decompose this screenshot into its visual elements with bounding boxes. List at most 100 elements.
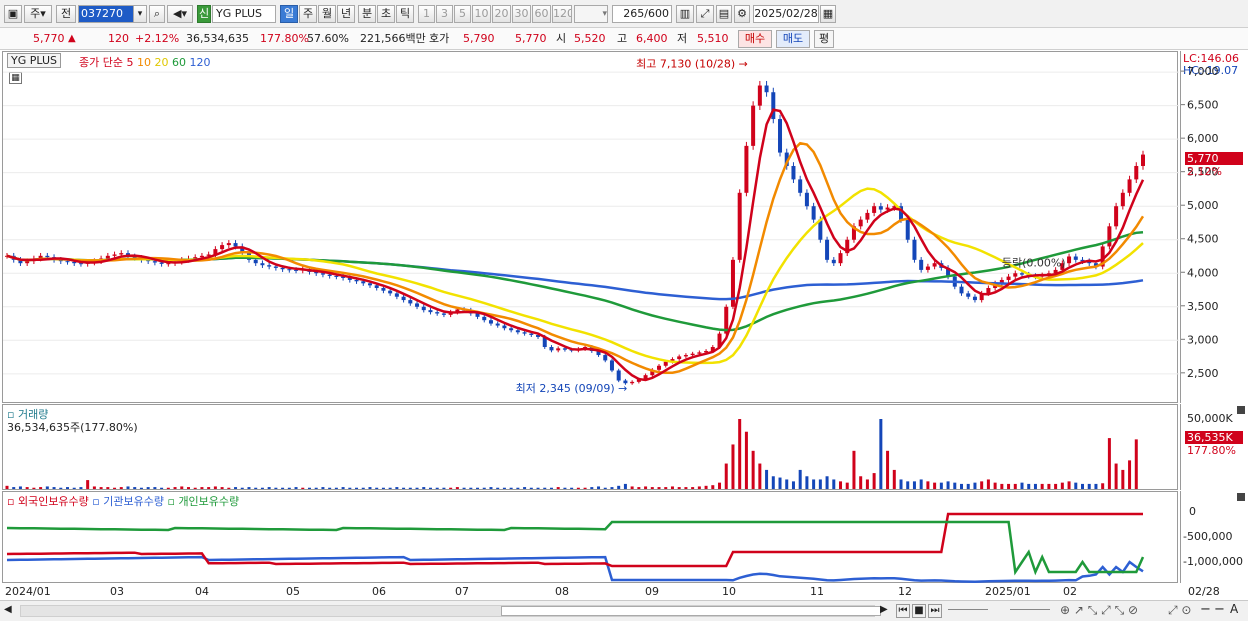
volume-bar (516, 487, 520, 489)
volume-bar (966, 483, 970, 489)
candle-icon[interactable]: ▥ (676, 5, 694, 23)
prev-button[interactable]: 전 (56, 5, 76, 23)
volume-bar (711, 485, 715, 489)
price-chart-pane[interactable]: YG PLUS 종가 단순 5 10 20 60 120 ▦ 최고 7,130 … (2, 51, 1179, 403)
period-month[interactable]: 월 (318, 5, 336, 23)
volume-bar (993, 482, 997, 489)
stock-code-input[interactable]: 037270 (78, 5, 138, 23)
zoom-track-left[interactable] (948, 609, 988, 610)
count-field[interactable]: 265/600 (612, 5, 672, 23)
volume-current-pct: 177.80% (1187, 444, 1236, 457)
period-day[interactable]: 일 (280, 5, 298, 23)
scroll-right-icon[interactable]: ▶ (880, 604, 892, 618)
candle-body (878, 206, 883, 210)
draw-icon[interactable]: ⤢ (696, 5, 714, 23)
calendar-icon[interactable]: ▦ (820, 5, 836, 23)
interval-dropdown-icon[interactable]: ▾ (602, 6, 607, 22)
draw-tools-icon[interactable]: ⊕ ↗ ⤡ ⤢ ⤡ ⊘ (1060, 603, 1138, 618)
candle-body (394, 293, 399, 297)
period-tick[interactable]: 틱 (396, 5, 414, 23)
font-size-icon[interactable]: A (1230, 602, 1238, 616)
volume-bar (691, 487, 695, 489)
volume-bar (906, 481, 910, 489)
candle-body (616, 370, 621, 381)
volume-bar (825, 476, 829, 489)
interval-10[interactable]: 10 (472, 5, 491, 23)
volume-bar (348, 487, 352, 489)
candle-body (25, 261, 30, 264)
interval-30[interactable]: 30 (512, 5, 531, 23)
volume-bar (476, 487, 480, 489)
interval-input[interactable]: ▾ (574, 5, 608, 23)
volume-bar (59, 487, 63, 489)
scroll-track[interactable] (20, 605, 881, 617)
volume-bar (52, 487, 56, 489)
volume-pane[interactable]: ▫ 거래량 36,534,635주(177.80%) (2, 404, 1178, 490)
last-page-icon[interactable]: ⏭ (928, 604, 942, 618)
sell-button[interactable]: 매도 (776, 30, 810, 48)
scroll-thumb[interactable] (501, 606, 881, 616)
interval-3[interactable]: 3 (436, 5, 453, 23)
code-dropdown-icon[interactable]: ▾ (133, 5, 147, 23)
save-icon[interactable]: ▤ (716, 5, 732, 23)
holdings-axis: 0 -500,000 -1,000,000 (1180, 491, 1248, 583)
scroll-left-icon[interactable]: ◀ (4, 604, 16, 618)
x-axis-label: 06 (372, 585, 386, 598)
period-second[interactable]: 초 (377, 5, 395, 23)
speaker-icon[interactable]: ◀▾ (167, 5, 193, 23)
holdings-plot (6, 512, 1145, 584)
period-year[interactable]: 년 (337, 5, 355, 23)
volume-bar (617, 485, 621, 489)
zoom-track-right[interactable] (1010, 609, 1050, 610)
volume-bar (254, 487, 258, 489)
candle-body (435, 312, 440, 314)
price-axis-label: 7,000 (1187, 65, 1219, 78)
price-axis-ticks: 2,5003,0003,5004,0004,5005,0005,5006,000… (1181, 65, 1219, 380)
toolbar: ▣ 주▾ 전 037270 ▾ ⌕ ◀▾ 신 YG PLUS 일 주 월 년 분… (0, 0, 1248, 28)
candle-body (502, 325, 507, 329)
period-type-select[interactable]: 주▾ (24, 5, 52, 23)
candle-body (226, 243, 231, 246)
candle-body (1006, 276, 1011, 280)
volume-bar (590, 487, 594, 489)
volume-bar (1074, 482, 1078, 489)
eval-button[interactable]: 평 (814, 30, 834, 48)
volume-bar (886, 450, 890, 489)
pane-close-icon[interactable] (1237, 406, 1245, 414)
date-input[interactable]: 2025/02/28 (753, 5, 819, 23)
volume-bar (1000, 483, 1004, 489)
interval-5[interactable]: 5 (454, 5, 471, 23)
volume-bar (556, 487, 560, 489)
new-stock-badge: 신 (197, 5, 211, 23)
tool-icons[interactable]: ⤢ ⊙ (1168, 603, 1191, 618)
candle-body (972, 296, 977, 301)
interval-60[interactable]: 60 (532, 5, 551, 23)
stop-icon[interactable]: ■ (912, 604, 926, 618)
interval-20[interactable]: 20 (492, 5, 511, 23)
holdings-pane[interactable]: ▫ 외국인보유수량 ▫ 기관보유수량 ▫ 개인보유수량 (2, 491, 1178, 584)
volume-bar (1033, 483, 1037, 489)
search-icon[interactable]: ⌕ (149, 5, 165, 23)
interval-1[interactable]: 1 (418, 5, 435, 23)
period-minute[interactable]: 분 (358, 5, 376, 23)
zoom-minus-icon[interactable]: − (1214, 602, 1225, 617)
interval-120[interactable]: 120 (552, 5, 572, 23)
first-page-icon[interactable]: ⏮ (896, 604, 910, 618)
candle-body (885, 207, 890, 210)
high-annotation: 최고 7,130 (10/28) → (636, 57, 748, 70)
volume-bar (1054, 483, 1058, 489)
x-axis-label: 2024/01 (5, 585, 51, 598)
x-axis-label: 11 (810, 585, 824, 598)
volume-bar (207, 487, 211, 489)
volume-bar (314, 487, 318, 489)
zoom-out-icon[interactable]: − (1200, 602, 1211, 617)
stock-name-field[interactable]: YG PLUS (212, 5, 276, 23)
period-week[interactable]: 주 (299, 5, 317, 23)
volume-bar (301, 487, 305, 489)
layout-icon[interactable]: ▣ (4, 5, 22, 23)
buy-button[interactable]: 매수 (738, 30, 772, 48)
candle-body (1134, 165, 1139, 180)
volume-bar (126, 486, 130, 489)
gear-icon[interactable]: ⚙ (734, 5, 750, 23)
holdings-close-icon[interactable] (1237, 493, 1245, 501)
